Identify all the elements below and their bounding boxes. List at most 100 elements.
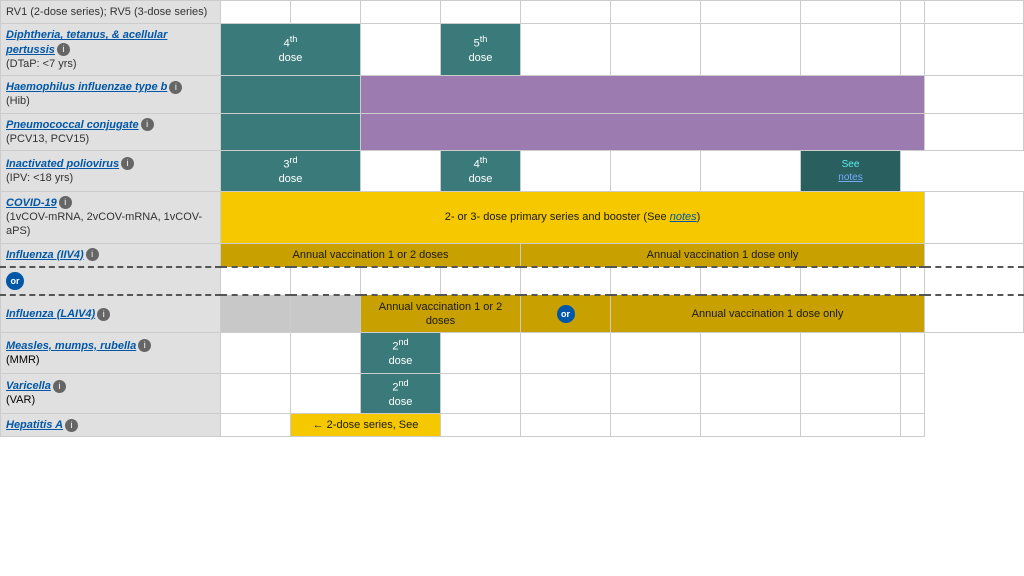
schedule-cell: Annual vaccination 1 dose only [521, 243, 925, 267]
schedule-cell [521, 1, 611, 24]
or-filler-cell [925, 267, 1024, 295]
or-filler-cell [441, 267, 521, 295]
vaccine-name-cell: Hepatitis Ai [1, 413, 221, 436]
vaccine-sub-text: (VAR) [6, 394, 35, 406]
schedule-cell [441, 1, 521, 24]
schedule-cell [441, 373, 521, 413]
vaccine-name-cell: Measles, mumps, rubellai (MMR) [1, 333, 221, 373]
schedule-cell: 4thdose [221, 24, 361, 76]
or-filler-cell [221, 267, 291, 295]
schedule-cell: 5thdose [441, 24, 521, 76]
vaccine-name-link[interactable]: COVID-19 [6, 197, 57, 209]
schedule-cell [221, 333, 291, 373]
schedule-cell [611, 373, 701, 413]
schedule-cell [361, 24, 441, 76]
or-filler-cell [521, 267, 611, 295]
schedule-cell [361, 1, 441, 24]
vaccine-row-varicella: Varicellai (VAR) 2nddose [1, 373, 1024, 413]
info-icon[interactable]: i [138, 339, 151, 352]
schedule-cell [801, 373, 901, 413]
schedule-cell [521, 373, 611, 413]
schedule-cell [611, 333, 701, 373]
schedule-cell: 3rddose [221, 151, 361, 191]
schedule-cell [291, 373, 361, 413]
vaccine-name-link[interactable]: Hepatitis A [6, 419, 63, 431]
schedule-cell [801, 333, 901, 373]
schedule-cell [291, 333, 361, 373]
vaccine-name-link[interactable]: Haemophilus influenzae type b [6, 81, 167, 93]
schedule-cell-extra [925, 243, 1024, 267]
schedule-cell-extra [925, 113, 1024, 151]
schedule-cell [901, 333, 925, 373]
info-icon[interactable]: i [121, 157, 134, 170]
schedule-cell [221, 413, 291, 436]
schedule-cell: 2- or 3- dose primary series and booster… [221, 191, 925, 243]
vaccine-name-link[interactable]: Influenza (LAIV4) [6, 308, 95, 320]
info-icon[interactable]: i [169, 81, 182, 94]
info-icon[interactable]: i [141, 118, 154, 131]
schedule-cell [701, 24, 801, 76]
vaccine-sub-text: (Hib) [6, 95, 30, 107]
or-badge: or [6, 272, 24, 290]
vaccine-name-link[interactable]: Varicella [6, 380, 51, 392]
vaccine-row-ipv: Inactivated poliovirusi(IPV: <18 yrs)3rd… [1, 151, 1024, 191]
schedule-cell [701, 151, 801, 191]
schedule-cell [221, 373, 291, 413]
vaccine-name-link[interactable]: Inactivated poliovirus [6, 158, 119, 170]
schedule-cell [701, 1, 801, 24]
schedule-cell [521, 413, 611, 436]
vaccine-name-cell: Influenza (IIV4)i [1, 243, 221, 267]
info-icon[interactable]: i [86, 248, 99, 261]
schedule-cell [361, 113, 925, 151]
schedule-cell [701, 333, 801, 373]
vaccine-sub-text: (MMR) [6, 354, 40, 366]
vaccine-row-hepa: Hepatitis Ai← 2-dose series, See [1, 413, 1024, 436]
info-icon[interactable]: i [53, 380, 66, 393]
vaccine-row-mmr: Measles, mumps, rubellai(MMR)2nddose [1, 333, 1024, 373]
schedule-cell-extra [925, 76, 1024, 114]
info-icon[interactable]: i [97, 308, 110, 321]
vaccine-name-link[interactable]: Influenza (IIV4) [6, 249, 84, 261]
or-filler-cell [801, 267, 901, 295]
info-icon[interactable]: i [57, 43, 70, 56]
vaccine-name-cell: Inactivated poliovirusi(IPV: <18 yrs) [1, 151, 221, 191]
info-icon[interactable]: i [59, 196, 72, 209]
vaccine-name-link[interactable]: Measles, mumps, rubella [6, 340, 136, 352]
vaccine-name-cell: Varicellai (VAR) [1, 373, 221, 413]
schedule-cell-extra [925, 295, 1024, 333]
schedule-cell [441, 413, 521, 436]
or-filler-cell [291, 267, 361, 295]
or-separator-row: or [1, 267, 1024, 295]
vaccine-row-pcv: Pneumococcal conjugatei (PCV13, PCV15) [1, 113, 1024, 151]
vaccine-name-cell: Influenza (LAIV4)i [1, 295, 221, 333]
vaccine-name-cell: Diphtheria, tetanus, & acellular pertuss… [1, 24, 221, 76]
schedule-cell [611, 413, 701, 436]
schedule-cell [521, 333, 611, 373]
or-filler-cell [901, 267, 925, 295]
schedule-cell [221, 1, 291, 24]
schedule-cell-extra [925, 24, 1024, 76]
or-filler-cell [361, 267, 441, 295]
vaccine-row-rv: RV1 (2-dose series); RV5 (3-dose series) [1, 1, 1024, 24]
schedule-cell-dose: 2nddose [361, 373, 441, 413]
or-filler-cell [611, 267, 701, 295]
vaccine-name-link[interactable]: Pneumococcal conjugate [6, 119, 139, 131]
schedule-cell [801, 24, 901, 76]
schedule-cell [221, 113, 361, 151]
schedule-cell [441, 333, 521, 373]
schedule-cell [291, 1, 361, 24]
vaccine-sub-text: (1vCOV-mRNA, 2vCOV-mRNA, 1vCOV-aPS) [6, 211, 202, 237]
vaccine-name-link[interactable]: Diphtheria, tetanus, & acellular pertuss… [6, 29, 167, 55]
info-icon[interactable]: i [65, 419, 78, 432]
schedule-cell [701, 373, 801, 413]
schedule-cell [361, 76, 925, 114]
schedule-cell [521, 24, 611, 76]
vaccine-row-influenza_iiv4: Influenza (IIV4)iAnnual vaccination 1 or… [1, 243, 1024, 267]
vaccine-sub-text: (PCV13, PCV15) [6, 133, 89, 145]
vaccine-row-covid: COVID-19i (1vCOV-mRNA, 2vCOV-mRNA, 1vCOV-… [1, 191, 1024, 243]
schedule-cell [611, 1, 701, 24]
schedule-cell [291, 295, 361, 333]
schedule-cell [221, 295, 291, 333]
vaccine-name-cell: Pneumococcal conjugatei (PCV13, PCV15) [1, 113, 221, 151]
vaccine-sub-text: (DTaP: <7 yrs) [6, 58, 77, 70]
